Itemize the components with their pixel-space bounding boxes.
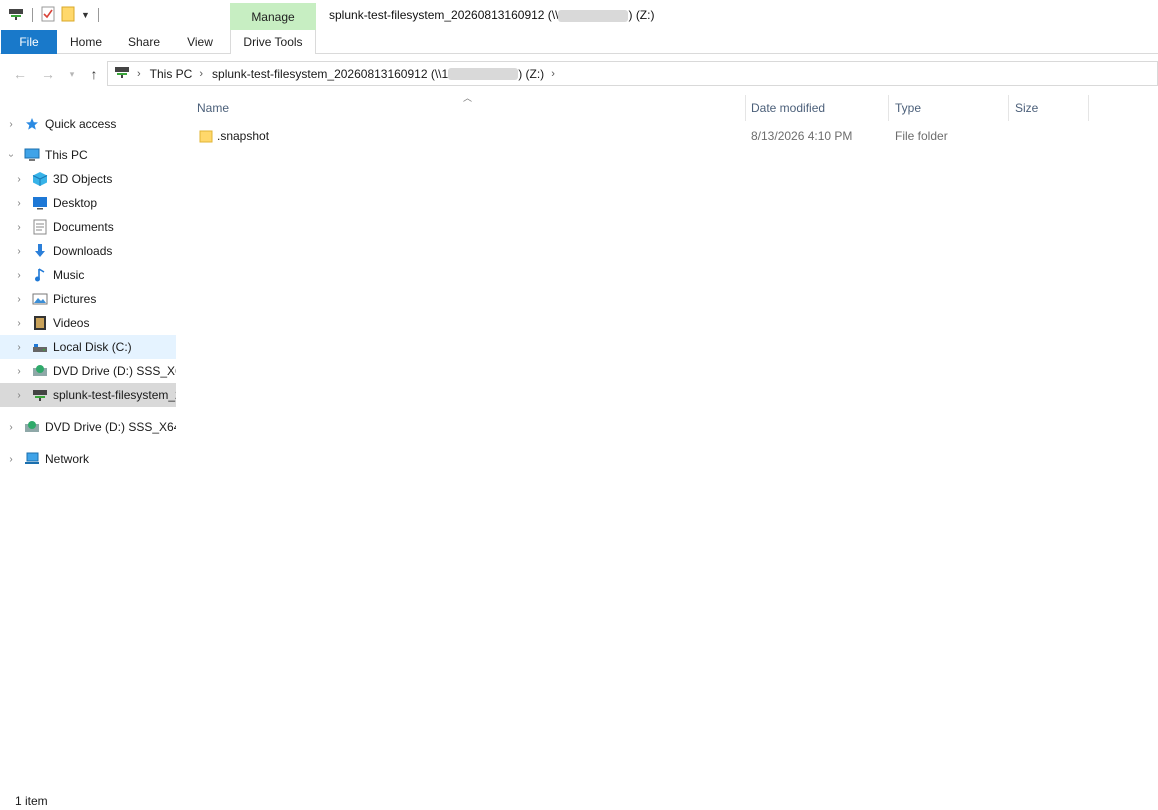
ribbon-tabs: File Home Share View Drive Tools	[0, 30, 1158, 54]
file-list: ︿ Name Date modified Type Size .snapshot…	[178, 93, 1158, 790]
nav-label: Downloads	[53, 244, 113, 258]
breadcrumb-separator-icon[interactable]: ›	[137, 68, 141, 80]
network-icon	[24, 451, 40, 467]
videos-icon	[32, 315, 48, 331]
column-header-name[interactable]: Name	[191, 95, 746, 121]
nav-label: splunk-test-filesystem_20260813160912	[53, 388, 176, 402]
nav-label: Pictures	[53, 292, 97, 306]
address-bar[interactable]: › This PC › splunk-test-filesystem_20260…	[107, 61, 1158, 86]
tab-view[interactable]: View	[180, 30, 220, 54]
expand-chevron-icon[interactable]: ›	[14, 198, 24, 209]
nav-item-desktop[interactable]: › Desktop	[0, 191, 176, 215]
expand-chevron-icon[interactable]: ›	[6, 422, 16, 433]
nav-network[interactable]: › Network	[0, 447, 176, 471]
nav-label: This PC	[45, 148, 88, 162]
file-name: .snapshot	[217, 129, 270, 143]
cube-icon	[32, 171, 48, 187]
expand-chevron-icon[interactable]: ›	[14, 294, 24, 305]
redacted-address	[558, 9, 629, 22]
nav-quick-access[interactable]: › Quick access	[0, 112, 176, 136]
redacted-address	[448, 68, 519, 81]
nav-item-dvd-drive-d-sss-x64fre-en-us[interactable]: › DVD Drive (D:) SSS_X64FRE_EN-US	[0, 359, 176, 383]
nav-item-documents[interactable]: › Documents	[0, 215, 176, 239]
dvd-drive-icon	[32, 363, 48, 379]
nav-label: Videos	[53, 316, 90, 330]
documents-icon	[32, 219, 48, 235]
nav-label: Network	[45, 452, 90, 466]
expand-chevron-icon[interactable]: ›	[14, 318, 24, 329]
file-date: 8/13/2026 4:10 PM	[751, 129, 853, 143]
pictures-icon	[32, 291, 48, 307]
nav-label: Local Disk (C:)	[53, 340, 132, 354]
nav-item-3d-objects[interactable]: › 3D Objects	[0, 167, 176, 191]
collapse-chevron-icon[interactable]: ›	[6, 150, 17, 160]
nav-label: Music	[53, 268, 85, 282]
breadcrumb-drive[interactable]: splunk-test-filesystem_20260813160912 (\…	[212, 67, 544, 81]
properties-icon[interactable]	[41, 6, 55, 25]
star-icon	[24, 116, 40, 132]
local-disk-icon	[32, 339, 48, 355]
column-header-type[interactable]: Type	[889, 95, 1009, 121]
music-icon	[32, 267, 48, 283]
file-name-cell: .snapshot	[199, 125, 269, 147]
nav-dvd-drive-root[interactable]: › DVD Drive (D:) SSS_X64FRE_EN-US	[0, 415, 176, 439]
tab-drive-tools[interactable]: Drive Tools	[230, 30, 316, 54]
expand-chevron-icon[interactable]: ›	[14, 222, 24, 233]
dvd-drive-icon	[24, 419, 40, 435]
desktop-icon	[32, 195, 48, 211]
nav-item-local-disk-c[interactable]: › Local Disk (C:)	[0, 335, 176, 359]
quick-access-toolbar: ▼	[8, 6, 101, 24]
nav-label: Desktop	[53, 196, 98, 210]
nav-label: 3D Objects	[53, 172, 113, 186]
computer-icon	[24, 147, 40, 163]
expand-chevron-icon[interactable]: ›	[14, 270, 24, 281]
expand-chevron-icon[interactable]: ›	[14, 366, 24, 377]
expand-chevron-icon[interactable]: ›	[14, 174, 24, 185]
breadcrumb-this-pc[interactable]: This PC	[150, 67, 193, 81]
title-bar: ▼ Manage splunk-test-filesystem_20260813…	[0, 0, 1158, 31]
column-header-date-modified[interactable]: Date modified	[745, 95, 889, 121]
expand-chevron-icon[interactable]: ›	[6, 454, 16, 465]
forward-arrow-icon[interactable]: →	[40, 65, 56, 83]
nav-label: Quick access	[45, 117, 117, 131]
drive-icon[interactable]	[8, 7, 24, 24]
back-arrow-icon[interactable]: ←	[12, 65, 28, 83]
column-header-size[interactable]: Size	[1009, 95, 1089, 121]
nav-item-music[interactable]: › Music	[0, 263, 176, 287]
expand-chevron-icon[interactable]: ›	[14, 390, 24, 401]
address-row: ← → ▾ ↑ › This PC › splunk-test-filesyst…	[0, 55, 1158, 93]
up-arrow-icon[interactable]: ↑	[86, 65, 102, 83]
status-item-count: 1 item	[15, 794, 48, 808]
expand-chevron-icon[interactable]: ›	[14, 342, 24, 353]
new-folder-icon[interactable]	[61, 6, 75, 25]
breadcrumb-separator-icon[interactable]: ›	[551, 68, 555, 80]
nav-label: Documents	[53, 220, 114, 234]
tab-share[interactable]: Share	[122, 30, 166, 54]
drive-icon	[114, 65, 130, 82]
nav-label: DVD Drive (D:) SSS_X64FRE_EN-US	[45, 420, 176, 434]
manage-contextual-tab: Manage	[230, 3, 316, 31]
nav-this-pc[interactable]: › This PC	[0, 143, 176, 167]
window-title: splunk-test-filesystem_20260813160912 (\…	[329, 8, 655, 22]
tab-home[interactable]: Home	[64, 30, 108, 54]
breadcrumb-separator-icon[interactable]: ›	[199, 68, 203, 80]
tab-file[interactable]: File	[1, 30, 57, 54]
nav-item-splunk-test-filesystem-20260813160912[interactable]: › splunk-test-filesystem_20260813160912	[0, 383, 176, 407]
nav-item-downloads[interactable]: › Downloads	[0, 239, 176, 263]
recent-locations-chevron-icon[interactable]: ▾	[64, 65, 80, 83]
folder-icon	[199, 129, 213, 143]
nav-item-videos[interactable]: › Videos	[0, 311, 176, 335]
customize-toolbar-icon[interactable]: ▼	[81, 10, 90, 20]
downloads-icon	[32, 243, 48, 259]
nav-item-pictures[interactable]: › Pictures	[0, 287, 176, 311]
expand-chevron-icon[interactable]: ›	[14, 246, 24, 257]
file-type: File folder	[895, 129, 948, 143]
file-row[interactable]: .snapshot 8/13/2026 4:10 PM File folder	[191, 125, 1091, 147]
navigation-pane: › Quick access › This PC › 3D Objects › Des…	[0, 95, 178, 790]
network-drive-icon	[32, 387, 48, 403]
expand-chevron-icon[interactable]: ›	[6, 119, 16, 130]
nav-label: DVD Drive (D:) SSS_X64FRE_EN-US	[53, 364, 176, 378]
